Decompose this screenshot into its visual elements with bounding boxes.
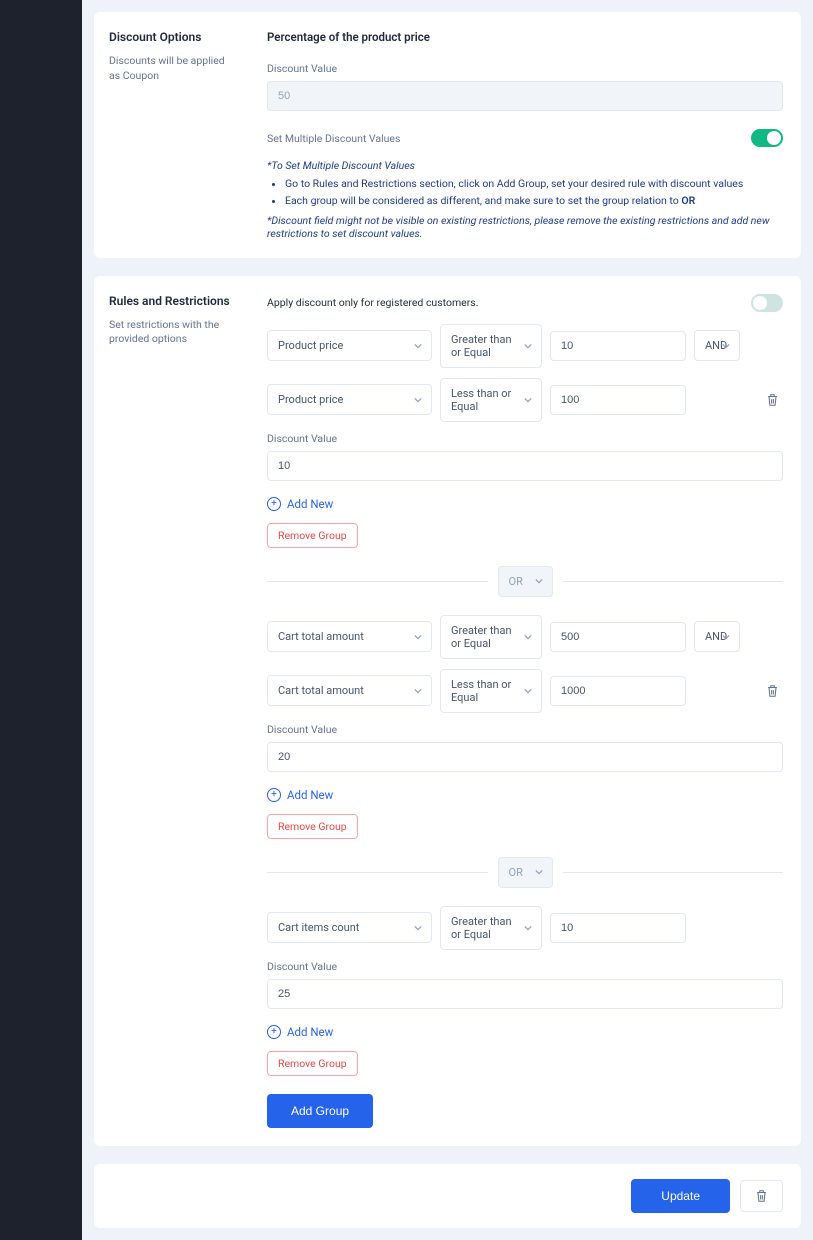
discount-options-subtitle: Discounts will be applied as Coupon <box>109 54 237 83</box>
chevron-down-icon <box>524 342 532 350</box>
card-body: Percentage of the product price Discount… <box>249 12 801 258</box>
chevron-down-icon <box>524 687 532 695</box>
chevron-down-icon <box>524 924 532 932</box>
group-divider: OR <box>267 566 783 597</box>
chevron-down-icon <box>722 633 730 641</box>
multiple-discount-row: Set Multiple Discount Values <box>267 129 783 147</box>
rule-field-select[interactable]: Cart items count <box>267 912 432 943</box>
remove-group-button[interactable]: Remove Group <box>267 1051 358 1076</box>
update-button[interactable]: Update <box>631 1179 730 1213</box>
rule-row: Cart total amount Less than or Equal <box>267 669 783 713</box>
remove-group-button[interactable]: Remove Group <box>267 814 358 839</box>
discount-value-label: Discount Value <box>267 62 783 75</box>
discount-options-title: Discount Options <box>109 30 237 44</box>
remove-group-button[interactable]: Remove Group <box>267 523 358 548</box>
rule-value-input[interactable] <box>550 331 686 361</box>
main-content: Discount Options Discounts will be appli… <box>82 0 813 1240</box>
multiple-discount-toggle[interactable] <box>751 129 783 147</box>
delete-rule-button[interactable] <box>762 389 783 411</box>
note-title: *To Set Multiple Discount Values <box>267 159 783 172</box>
card-body: Apply discount only for registered custo… <box>249 276 801 1146</box>
discount-value-label: Discount Value <box>267 960 783 973</box>
rule-value-input[interactable] <box>550 622 686 652</box>
plus-circle-icon: + <box>267 1025 281 1039</box>
group-discount-input[interactable] <box>267 742 783 772</box>
rule-value-input[interactable] <box>550 385 686 415</box>
rule-group-2: Cart total amount Greater than or Equal … <box>267 615 783 839</box>
chevron-down-icon <box>414 396 422 404</box>
add-new-button[interactable]: + Add New <box>267 1025 333 1039</box>
sidebar-nav <box>0 0 82 1240</box>
rule-field-select[interactable]: Cart total amount <box>267 621 432 652</box>
discount-value-label: Discount Value <box>267 723 783 736</box>
discount-options-card: Discount Options Discounts will be appli… <box>94 12 801 258</box>
multiple-discount-label: Set Multiple Discount Values <box>267 132 400 145</box>
note-bullet-2: Each group will be considered as differe… <box>285 193 783 210</box>
add-new-button[interactable]: + Add New <box>267 497 333 511</box>
note-footer: *Discount field might not be visible on … <box>267 214 783 240</box>
percentage-title: Percentage of the product price <box>267 30 783 44</box>
rule-row: Cart items count Greater than or Equal <box>267 906 783 950</box>
rule-row: Cart total amount Greater than or Equal … <box>267 615 783 659</box>
group-divider: OR <box>267 857 783 888</box>
group-relation-select[interactable]: OR <box>498 857 553 888</box>
plus-circle-icon: + <box>267 497 281 511</box>
rule-value-input[interactable] <box>550 676 686 706</box>
plus-circle-icon: + <box>267 788 281 802</box>
rule-relation-select[interactable]: AND <box>694 621 740 652</box>
chevron-down-icon <box>535 577 543 585</box>
rules-subtitle: Set restrictions with the provided optio… <box>109 318 237 347</box>
chevron-down-icon <box>414 342 422 350</box>
trash-icon <box>755 1189 768 1203</box>
registered-toggle[interactable] <box>751 294 783 312</box>
chevron-down-icon <box>524 633 532 641</box>
registered-row: Apply discount only for registered custo… <box>267 294 783 312</box>
rule-group-3: Cart items count Greater than or Equal D… <box>267 906 783 1076</box>
rule-field-select[interactable]: Product price <box>267 330 432 361</box>
chevron-down-icon <box>535 868 543 876</box>
add-group-button[interactable]: Add Group <box>267 1094 373 1128</box>
rules-card: Rules and Restrictions Set restrictions … <box>94 276 801 1146</box>
rule-group-1: Product price Greater than or Equal AND <box>267 324 783 548</box>
rule-relation-select[interactable]: AND <box>694 330 740 361</box>
rule-operator-select[interactable]: Greater than or Equal <box>440 906 542 950</box>
group-relation-select[interactable]: OR <box>498 566 553 597</box>
card-sidebar: Discount Options Discounts will be appli… <box>94 12 249 258</box>
rule-value-input[interactable] <box>550 913 686 943</box>
chevron-down-icon <box>414 687 422 695</box>
rule-field-select[interactable]: Product price <box>267 384 432 415</box>
footer-bar: Update <box>94 1164 801 1228</box>
trash-icon <box>766 393 779 407</box>
rules-title: Rules and Restrictions <box>109 294 237 308</box>
delete-button[interactable] <box>740 1180 783 1212</box>
chevron-down-icon <box>414 633 422 641</box>
delete-rule-button[interactable] <box>762 680 783 702</box>
note-list: Go to Rules and Restrictions section, cl… <box>285 176 783 210</box>
chevron-down-icon <box>414 924 422 932</box>
rule-operator-select[interactable]: Greater than or Equal <box>440 615 542 659</box>
trash-icon <box>766 684 779 698</box>
group-discount-input[interactable] <box>267 979 783 1009</box>
rule-operator-select[interactable]: Less than or Equal <box>440 669 542 713</box>
group-discount-input[interactable] <box>267 451 783 481</box>
note-bullet-1: Go to Rules and Restrictions section, cl… <box>285 176 783 193</box>
rule-row: Product price Greater than or Equal AND <box>267 324 783 368</box>
rule-operator-select[interactable]: Greater than or Equal <box>440 324 542 368</box>
discount-value-input[interactable] <box>267 81 783 111</box>
chevron-down-icon <box>722 342 730 350</box>
chevron-down-icon <box>524 396 532 404</box>
rule-field-select[interactable]: Cart total amount <box>267 675 432 706</box>
discount-value-label: Discount Value <box>267 432 783 445</box>
registered-label: Apply discount only for registered custo… <box>267 296 479 309</box>
card-sidebar: Rules and Restrictions Set restrictions … <box>94 276 249 1146</box>
rule-operator-select[interactable]: Less than or Equal <box>440 378 542 422</box>
add-new-button[interactable]: + Add New <box>267 788 333 802</box>
rule-row: Product price Less than or Equal <box>267 378 783 422</box>
